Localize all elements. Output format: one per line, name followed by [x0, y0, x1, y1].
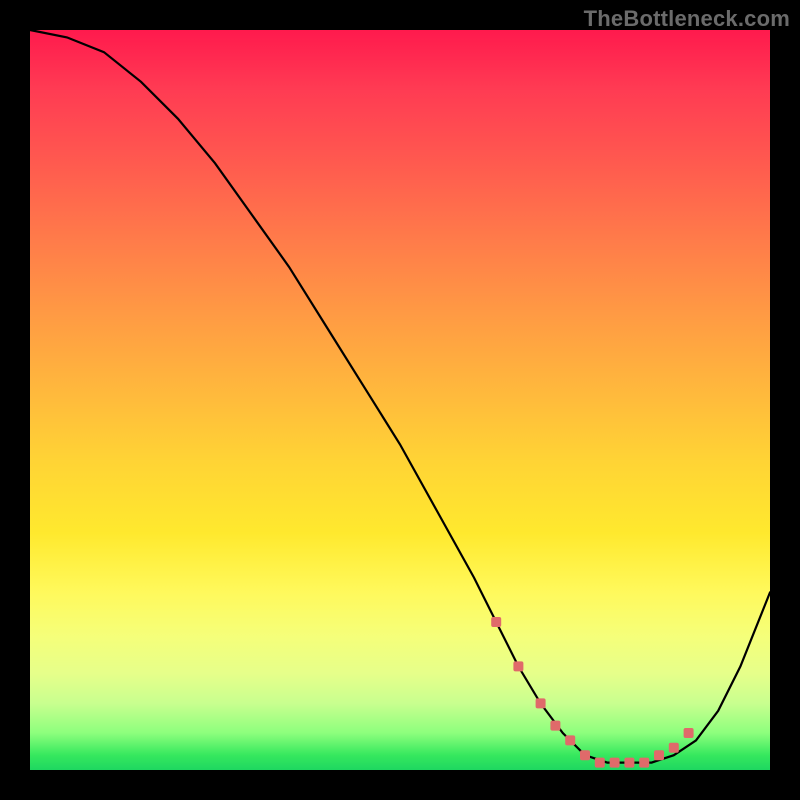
marker-point	[654, 750, 664, 760]
chart-frame: TheBottleneck.com	[0, 0, 800, 800]
watermark-text: TheBottleneck.com	[584, 6, 790, 32]
bottleneck-curve	[30, 30, 770, 763]
marker-point	[565, 735, 575, 745]
marker-point	[491, 617, 501, 627]
marker-point	[550, 721, 560, 731]
marker-point	[624, 758, 634, 768]
marker-point	[513, 661, 523, 671]
highlight-markers	[491, 617, 693, 768]
marker-point	[684, 728, 694, 738]
plot-area	[30, 30, 770, 770]
marker-point	[536, 698, 546, 708]
marker-point	[639, 758, 649, 768]
marker-point	[669, 743, 679, 753]
marker-point	[580, 750, 590, 760]
marker-point	[595, 758, 605, 768]
marker-point	[610, 758, 620, 768]
curve-layer	[30, 30, 770, 770]
